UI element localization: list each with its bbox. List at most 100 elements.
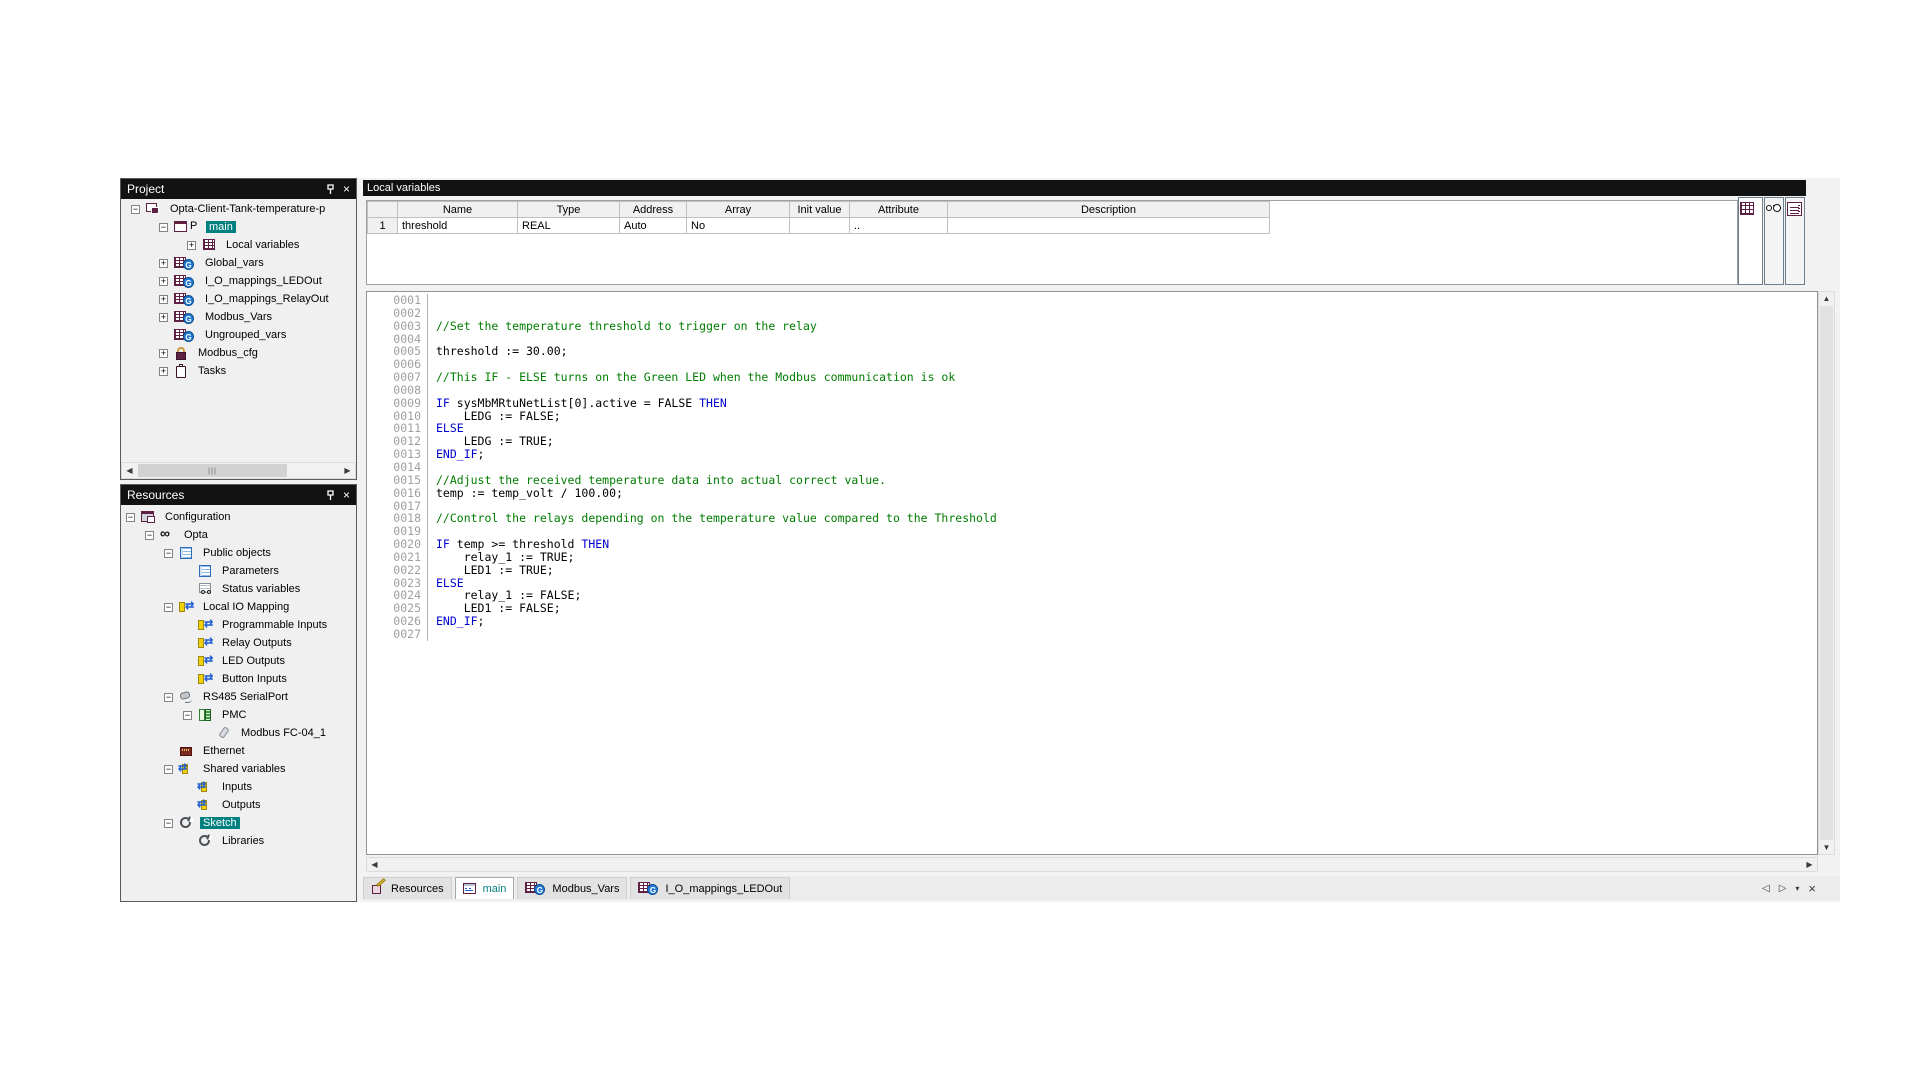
tree-item-i-o-mappings-relayout[interactable]: + I_O_mappings_RelayOut <box>121 290 356 308</box>
tree-item-pmc[interactable]: −PMC <box>121 706 356 724</box>
variable-cell-address[interactable]: Auto <box>620 218 687 234</box>
tree-item-main[interactable]: − main <box>121 218 356 236</box>
tree-item-label[interactable]: Outputs <box>219 799 264 811</box>
tree-item-label[interactable]: Inputs <box>219 781 255 793</box>
tree-item-configuration[interactable]: − Configuration <box>121 508 356 526</box>
tree-item-label[interactable]: Local variables <box>223 239 302 251</box>
scroll-left-icon[interactable]: ◀ <box>367 858 382 871</box>
collapse-icon[interactable]: − <box>164 549 173 558</box>
tree-item-inputs[interactable]: Inputs <box>121 778 356 796</box>
tree-item-i-o-mappings-ledout[interactable]: +I_O_mappings_LEDOut <box>121 272 356 290</box>
variable-cell-name[interactable]: threshold <box>398 218 518 234</box>
close-icon[interactable]: × <box>343 489 350 501</box>
tree-item-led-outputs[interactable]: LED Outputs <box>121 652 356 670</box>
tree-item-ethernet[interactable]: Ethernet <box>121 742 356 760</box>
tree-item-libraries[interactable]: Libraries <box>121 832 356 850</box>
tree-item-label[interactable]: Relay Outputs <box>219 637 295 649</box>
scroll-up-icon[interactable]: ▲ <box>1819 292 1834 305</box>
tree-item-rs485-serialport[interactable]: − RS485 SerialPort <box>121 688 356 706</box>
tree-item-label[interactable]: Button Inputs <box>219 673 290 685</box>
tree-item-opta-client-tank-temperature-p[interactable]: − Opta-Client-Tank-temperature-p <box>121 200 356 218</box>
column-header-init-value[interactable]: Init value <box>790 202 850 218</box>
variable-cell-attribute[interactable]: .. <box>850 218 948 234</box>
tree-item-programmable-inputs[interactable]: Programmable Inputs <box>121 616 356 634</box>
tree-item-modbus-vars[interactable]: + Modbus_Vars <box>121 308 356 326</box>
tree-item-opta[interactable]: − Opta <box>121 526 356 544</box>
tree-item-label[interactable]: Opta <box>181 529 211 541</box>
scroll-right-icon[interactable]: ▶ <box>1802 858 1817 871</box>
tab-list-dropdown-icon[interactable]: ▾ <box>1795 884 1799 893</box>
tree-item-label[interactable]: Local IO Mapping <box>200 601 292 613</box>
tree-item-global-vars[interactable]: +Global_vars <box>121 254 356 272</box>
tree-item-label[interactable]: Modbus FC-04_1 <box>238 727 329 739</box>
collapse-icon[interactable]: − <box>131 205 140 214</box>
expand-icon[interactable]: + <box>159 277 168 286</box>
tree-item-label[interactable]: Public objects <box>200 547 274 559</box>
tree-item-label[interactable]: I_O_mappings_RelayOut <box>202 293 332 305</box>
tree-item-parameters[interactable]: Parameters <box>121 562 356 580</box>
collapse-icon[interactable]: − <box>164 603 173 612</box>
variable-cell-array[interactable]: No <box>687 218 790 234</box>
column-header-type[interactable]: Type <box>518 202 620 218</box>
tree-item-ungrouped-vars[interactable]: Ungrouped_vars <box>121 326 356 344</box>
tab-i-o-mappings-ledout[interactable]: I_O_mappings_LEDOut <box>630 877 790 899</box>
tree-item-label[interactable]: PMC <box>219 709 249 721</box>
tree-item-status-variables[interactable]: Status variables <box>121 580 356 598</box>
tree-item-button-inputs[interactable]: Button Inputs <box>121 670 356 688</box>
tab-nav-right-icon[interactable]: ▷ <box>1779 883 1787 894</box>
tree-item-label[interactable]: Sketch <box>200 817 240 829</box>
expand-icon[interactable]: + <box>159 367 168 376</box>
tree-item-label[interactable]: Ethernet <box>200 745 248 757</box>
expand-icon[interactable]: + <box>159 259 168 268</box>
tree-item-local-io-mapping[interactable]: − Local IO Mapping <box>121 598 356 616</box>
tree-item-label[interactable]: LED Outputs <box>219 655 288 667</box>
tree-item-label[interactable]: Opta-Client-Tank-temperature-p <box>167 203 328 215</box>
collapse-icon[interactable]: − <box>164 693 173 702</box>
collapse-icon[interactable]: − <box>159 223 168 232</box>
tab-main[interactable]: main <box>455 877 515 899</box>
tree-item-public-objects[interactable]: − Public objects <box>121 544 356 562</box>
expand-icon[interactable]: + <box>159 313 168 322</box>
tree-item-label[interactable]: Tasks <box>195 365 229 377</box>
expand-icon[interactable]: + <box>159 295 168 304</box>
column-header-address[interactable]: Address <box>620 202 687 218</box>
editor-hscrollbar[interactable]: ◀ ▶ <box>366 857 1818 872</box>
tree-item-label[interactable]: Modbus_Vars <box>202 311 275 323</box>
code-editor[interactable]: 000100020003//Set the temperature thresh… <box>366 291 1818 855</box>
expand-icon[interactable]: + <box>159 349 168 358</box>
tree-item-sketch[interactable]: − Sketch <box>121 814 356 832</box>
tree-item-relay-outputs[interactable]: Relay Outputs <box>121 634 356 652</box>
column-header-attribute[interactable]: Attribute <box>850 202 948 218</box>
column-header-array[interactable]: Array <box>687 202 790 218</box>
tree-item-label[interactable]: Ungrouped_vars <box>202 329 289 341</box>
scroll-left-icon[interactable]: ◀ <box>122 464 137 477</box>
tree-item-label[interactable]: Shared variables <box>200 763 289 775</box>
tree-item-label[interactable]: main <box>206 221 236 233</box>
tree-item-label[interactable]: Configuration <box>162 511 233 523</box>
scroll-right-icon[interactable]: ▶ <box>340 464 355 477</box>
project-hscrollbar[interactable]: ◀ ▶ <box>121 462 356 479</box>
variable-cell-init-value[interactable] <box>790 218 850 234</box>
tree-item-label[interactable]: Programmable Inputs <box>219 619 330 631</box>
variable-cell-description[interactable] <box>948 218 1270 234</box>
collapse-icon[interactable]: − <box>145 531 154 540</box>
doc-view-button[interactable] <box>1785 197 1805 285</box>
project-hscrollbar-thumb[interactable] <box>138 464 287 477</box>
collapse-icon[interactable]: − <box>164 819 173 828</box>
collapse-icon[interactable]: − <box>126 513 135 522</box>
editor-vscrollbar-thumb[interactable] <box>1820 306 1833 840</box>
pin-icon[interactable] <box>326 184 335 195</box>
editor-vscrollbar[interactable]: ▲ ▼ <box>1818 291 1835 855</box>
tree-item-label[interactable]: Parameters <box>219 565 282 577</box>
tab-close-icon[interactable]: × <box>1808 881 1816 896</box>
tree-item-label[interactable]: RS485 SerialPort <box>200 691 291 703</box>
grid-view-button[interactable] <box>1738 197 1763 285</box>
watch-view-button[interactable] <box>1764 197 1784 285</box>
tree-item-local-variables[interactable]: +Local variables <box>121 236 356 254</box>
tree-item-modbus-fc-04-1[interactable]: Modbus FC-04_1 <box>121 724 356 742</box>
column-header-description[interactable]: Description <box>948 202 1270 218</box>
tab-nav-left-icon[interactable]: ◁ <box>1762 883 1770 894</box>
tree-item-outputs[interactable]: Outputs <box>121 796 356 814</box>
variable-cell-type[interactable]: REAL <box>518 218 620 234</box>
tree-item-label[interactable]: Status variables <box>219 583 303 595</box>
